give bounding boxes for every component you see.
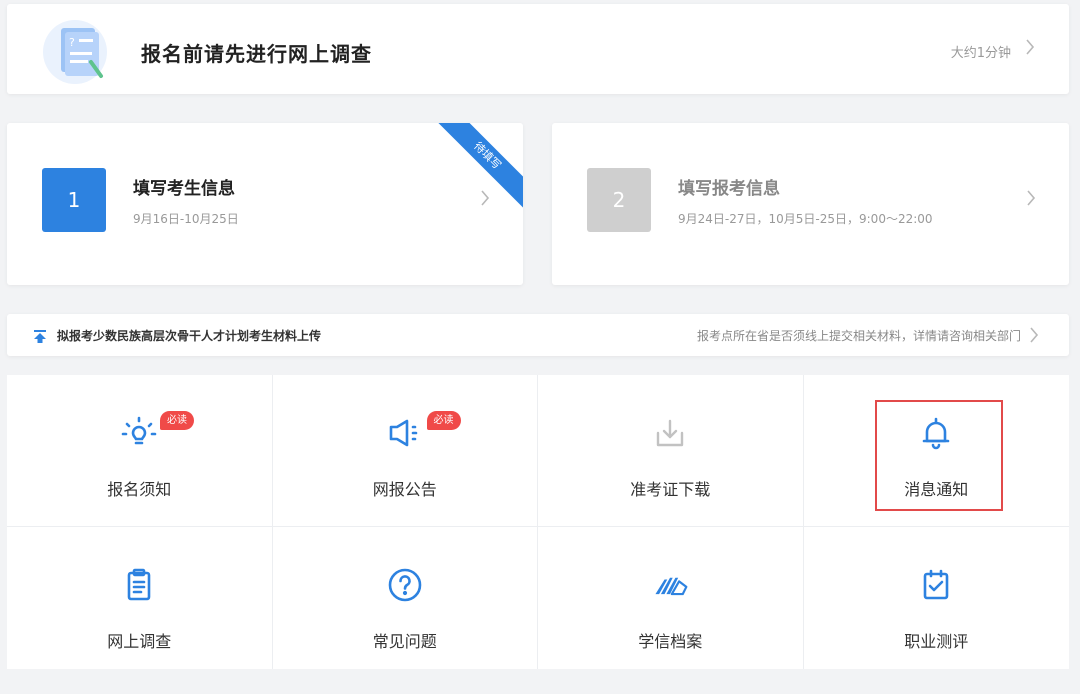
selection-highlight: [875, 400, 1003, 511]
tile-student-archive[interactable]: 学信档案: [538, 527, 804, 669]
step-date: 9月24日-27日，10月5日-25日，9:00～22:00: [678, 212, 933, 226]
chevron-right-icon: [1029, 326, 1039, 348]
clipboard-icon: [119, 565, 159, 605]
assessment-icon: [916, 565, 956, 605]
step-fill-candidate-info[interactable]: 1 填写考生信息 9月16日-10月25日 待填写: [7, 123, 523, 285]
survey-duration: 大约1分钟: [950, 46, 1011, 61]
tile-label: 职业测评: [904, 632, 969, 651]
tile-admission-ticket-download[interactable]: 准考证下载: [538, 375, 804, 527]
survey-illustration-icon: ?: [43, 20, 109, 84]
tile-label: 准考证下载: [630, 480, 711, 499]
status-ribbon: 待填写: [429, 123, 523, 214]
step-date: 9月16日-10月25日: [133, 212, 239, 226]
upload-notice-title: 拟报考少数民族高层次骨干人才计划考生材料上传: [57, 329, 322, 343]
svg-text:?: ?: [69, 36, 75, 49]
tile-faq[interactable]: 常见问题: [273, 527, 538, 669]
chevron-right-icon: [480, 189, 490, 211]
tile-online-survey[interactable]: 网上调查: [7, 527, 273, 669]
must-read-badge: 必读: [160, 411, 194, 430]
chevron-right-icon: [1026, 189, 1036, 211]
lightbulb-icon: [119, 413, 159, 453]
tile-career-assessment[interactable]: 职业测评: [804, 527, 1070, 669]
survey-banner[interactable]: ? 报名前请先进行网上调查 大约1分钟: [7, 4, 1069, 94]
must-read-badge: 必读: [426, 411, 461, 430]
step-number: 2: [587, 168, 651, 232]
tile-label: 报名须知: [107, 480, 172, 499]
tile-label: 网报公告: [372, 480, 437, 499]
feature-grid: 必读 报名须知 必读 网报公告 准考证下载 消息通知 网上调查 常见问题 学信档…: [7, 375, 1069, 669]
tile-label: 常见问题: [372, 632, 437, 651]
chevron-right-icon: [1025, 38, 1035, 60]
survey-title: 报名前请先进行网上调查: [141, 42, 372, 66]
download-icon: [650, 413, 690, 453]
tile-registration-notice[interactable]: 必读 报名须知: [7, 375, 273, 527]
upload-notice-hint: 报考点所在省是否须线上提交相关材料，详情请咨询相关部门: [696, 329, 1021, 343]
tile-online-announcement[interactable]: 必读 网报公告: [272, 375, 538, 527]
question-icon: [385, 565, 425, 605]
megaphone-icon: [385, 413, 425, 453]
step-title: 填写报考信息: [678, 179, 780, 199]
upload-arrow-icon: [33, 328, 47, 347]
archive-icon: [650, 565, 690, 605]
tile-label: 网上调查: [107, 632, 172, 651]
step-number: 1: [42, 168, 106, 232]
tile-label: 学信档案: [638, 632, 703, 651]
step-fill-application-info[interactable]: 2 填写报考信息 9月24日-27日，10月5日-25日，9:00～22:00: [552, 123, 1069, 285]
step-title: 填写考生信息: [133, 179, 235, 199]
upload-notice-bar[interactable]: 拟报考少数民族高层次骨干人才计划考生材料上传 报考点所在省是否须线上提交相关材料…: [7, 314, 1069, 356]
